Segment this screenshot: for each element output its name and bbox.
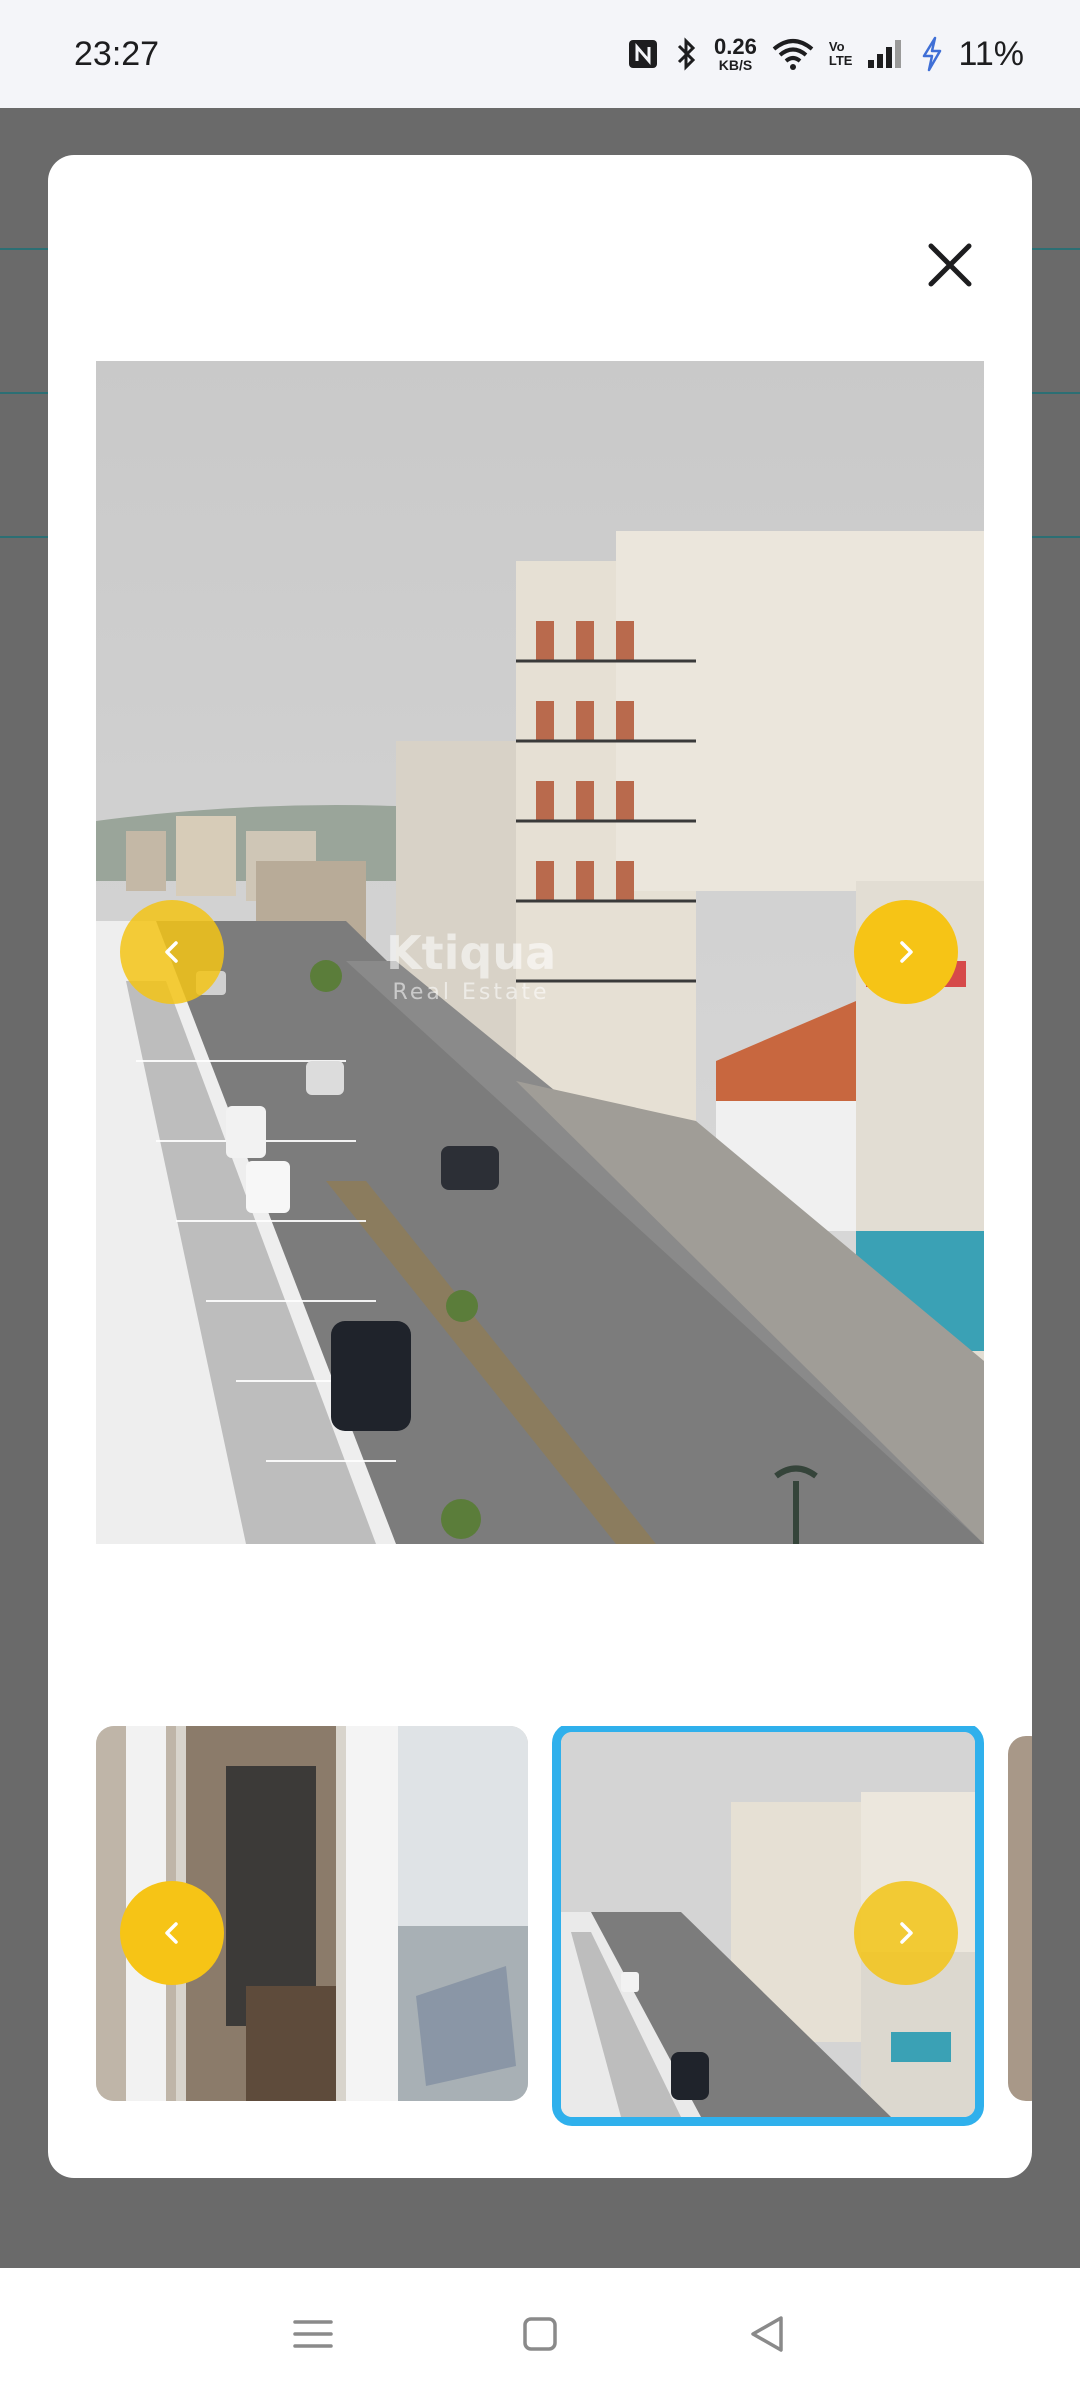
home-icon [523,2317,557,2351]
volte-bottom: LTE [828,53,853,68]
back-button[interactable] [737,2304,797,2364]
main-photo[interactable]: Ktiqua Real Estate [96,361,984,1544]
status-icons: 0.26 KB/S Vo LTE 11% [626,35,1024,74]
recents-button[interactable] [283,2304,343,2364]
volte-top: Vo [828,39,845,55]
chevron-right-icon [900,1922,913,1944]
status-time: 23:27 [74,34,160,73]
chevron-right-icon [900,941,913,963]
nfc-icon [629,40,658,68]
chevron-left-icon [165,1922,178,1944]
charging-icon [923,36,942,72]
watermark-sub: Real Estate [392,980,550,1005]
next-thumbnail-button[interactable] [854,1881,958,1985]
signal-icon [868,40,902,68]
bluetooth-icon [677,37,696,71]
battery-percent: 11% [958,34,1024,73]
next-photo-button[interactable] [854,900,958,1004]
wifi-icon [772,39,814,70]
menu-icon [293,2320,334,2348]
gallery-modal: Ktiqua Real Estate [48,155,1032,2178]
close-icon [928,243,972,287]
volte-indicator: Vo LTE [829,40,853,67]
watermark: Ktiqua Real Estate [386,926,556,1005]
network-speed-value: 0.26 [714,34,757,59]
back-icon [750,2316,783,2352]
close-button[interactable] [920,235,980,295]
network-speed-unit: KB/S [718,57,753,73]
watermark-brand: Ktiqua [386,926,557,980]
thumbnail-3[interactable] [1008,1736,1032,2101]
status-bar: 23:27 0.26 KB/S Vo LTE 11% [0,0,1080,108]
thumbnail-3-preview [1008,1736,1032,2101]
network-speed: 0.26 KB/S [714,34,757,73]
prev-thumbnail-button[interactable] [120,1881,224,1985]
system-nav-bar [0,2268,1080,2400]
prev-photo-button[interactable] [120,900,224,1004]
home-button[interactable] [510,2304,570,2364]
chevron-left-icon [165,941,178,963]
